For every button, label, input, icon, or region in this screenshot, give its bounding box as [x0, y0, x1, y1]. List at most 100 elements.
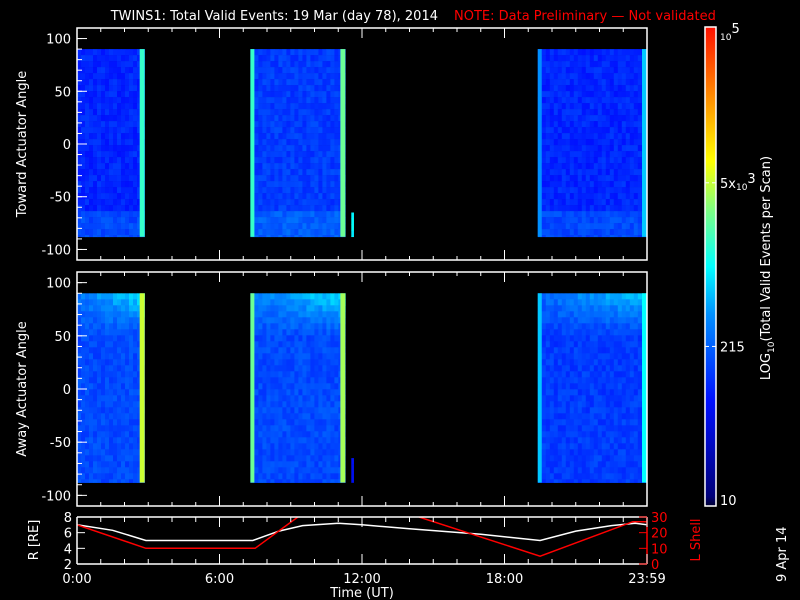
spectrogram-cell	[617, 151, 623, 158]
spectrogram-cell	[294, 389, 299, 396]
spectrogram-cell	[89, 127, 94, 134]
spectrogram-cell	[89, 211, 94, 218]
spectrogram-cell	[613, 235, 619, 238]
spectrogram-cell	[617, 97, 623, 104]
spectrogram-cell	[85, 127, 90, 134]
spectrogram-cell	[109, 223, 114, 230]
spectrogram-cell	[286, 61, 291, 68]
spectrogram-cell	[101, 85, 106, 92]
spectrogram-cell	[633, 115, 639, 122]
spectrogram-cell	[270, 371, 275, 378]
spectrogram-cell	[545, 217, 551, 224]
spectrogram-cell	[306, 169, 311, 176]
spectrogram-cell	[565, 67, 571, 74]
spectrogram-cell	[541, 425, 547, 432]
spectrogram-cell	[282, 293, 287, 300]
spectrogram-cell	[589, 305, 595, 312]
spectrogram-cell	[330, 329, 335, 336]
spectrogram-cell	[306, 293, 311, 300]
spectrogram-cell	[113, 91, 118, 98]
spectrogram-cell	[298, 425, 303, 432]
spectrogram-cell	[266, 79, 271, 86]
spectrogram-cell	[565, 103, 571, 110]
spectrogram-cell	[545, 353, 551, 360]
spectrogram-cell	[561, 163, 567, 170]
spectrogram-cell	[541, 115, 547, 122]
spectrogram-cell	[286, 371, 291, 378]
spectrogram-cell	[593, 139, 599, 146]
spectrogram-cell	[258, 383, 263, 390]
spectrogram-cell	[290, 359, 295, 366]
spectrogram-cell	[117, 193, 122, 200]
spectrogram-cell	[274, 85, 279, 92]
spectrogram-cell	[298, 175, 303, 182]
spectrogram-cell	[266, 67, 271, 74]
spectrogram-cell	[105, 467, 110, 474]
spectrogram-cell	[310, 461, 315, 468]
spectrogram-cell	[557, 449, 563, 456]
spectrogram-cell	[597, 359, 603, 366]
spectrogram-cell	[89, 413, 94, 420]
spectrogram-cell	[573, 151, 579, 158]
spectrogram-cell	[601, 223, 607, 230]
spectrogram-cell	[125, 347, 130, 354]
spectrogram-cell	[334, 449, 339, 456]
spectrogram-cell	[581, 127, 587, 134]
spectrogram-cell	[306, 443, 311, 450]
spectrogram-cell	[129, 455, 134, 462]
spectrogram-cell	[613, 55, 619, 62]
spectrogram-cell	[589, 151, 595, 158]
spectrogram-cell	[85, 49, 90, 56]
spectrogram-cell	[286, 97, 291, 104]
spectrogram-cell	[541, 79, 547, 86]
spectrogram-cell	[605, 229, 611, 236]
spectrogram-cell	[613, 479, 619, 483]
spectrogram-cell	[81, 479, 86, 483]
spectrogram-cell	[274, 479, 279, 483]
spectrogram-cell	[290, 419, 295, 426]
spectrogram-cell	[318, 115, 323, 122]
spectrogram-cell	[318, 341, 323, 348]
spectrogram-cell	[561, 473, 567, 480]
spectrogram-cell	[266, 425, 271, 432]
spectrogram-cell	[613, 293, 619, 300]
spectrogram-cell	[306, 127, 311, 134]
spectrogram-cell	[129, 121, 134, 128]
spectrogram-cell	[93, 163, 98, 170]
spectrogram-cell	[109, 365, 114, 372]
spectrogram-cell	[557, 407, 563, 414]
spectrogram-cell	[302, 193, 307, 200]
spectrogram-cell	[298, 235, 303, 238]
spectrogram-cell	[621, 145, 627, 152]
spectrogram-cell	[306, 425, 311, 432]
spectrogram-cell	[290, 91, 295, 98]
spectrogram-cell	[274, 109, 279, 116]
spectrogram-cell	[605, 175, 611, 182]
spectrogram-cell	[274, 205, 279, 212]
spectrogram-cell	[294, 85, 299, 92]
spectrogram-cell	[625, 139, 631, 146]
spectrogram-cell	[89, 205, 94, 212]
spectrogram-cell	[121, 443, 126, 450]
spectrogram-cell	[93, 467, 98, 474]
spectrogram-cell	[549, 461, 555, 468]
spectrogram-cell	[129, 461, 134, 468]
spectrogram-cell	[113, 199, 118, 206]
spectrogram-cell	[633, 181, 639, 188]
spectrogram-cell	[581, 431, 587, 438]
spectrogram-cell	[109, 169, 114, 176]
spectrogram-cell	[569, 461, 575, 468]
spectrogram-cell	[89, 229, 94, 236]
spectrogram-cell	[617, 473, 623, 480]
spectrogram-cell	[282, 127, 287, 134]
spectrogram-cell	[270, 187, 275, 194]
spectrogram-cell	[553, 169, 559, 176]
spectrogram-cell	[629, 437, 635, 444]
spectrogram-cell	[97, 145, 102, 152]
spectrogram-cell	[625, 329, 631, 336]
spectrogram-cell	[270, 145, 275, 152]
spectrogram-cell	[589, 455, 595, 462]
spectrogram-cell	[585, 229, 591, 236]
spectrogram-cell	[318, 293, 323, 300]
spectrogram-cell	[105, 317, 110, 324]
